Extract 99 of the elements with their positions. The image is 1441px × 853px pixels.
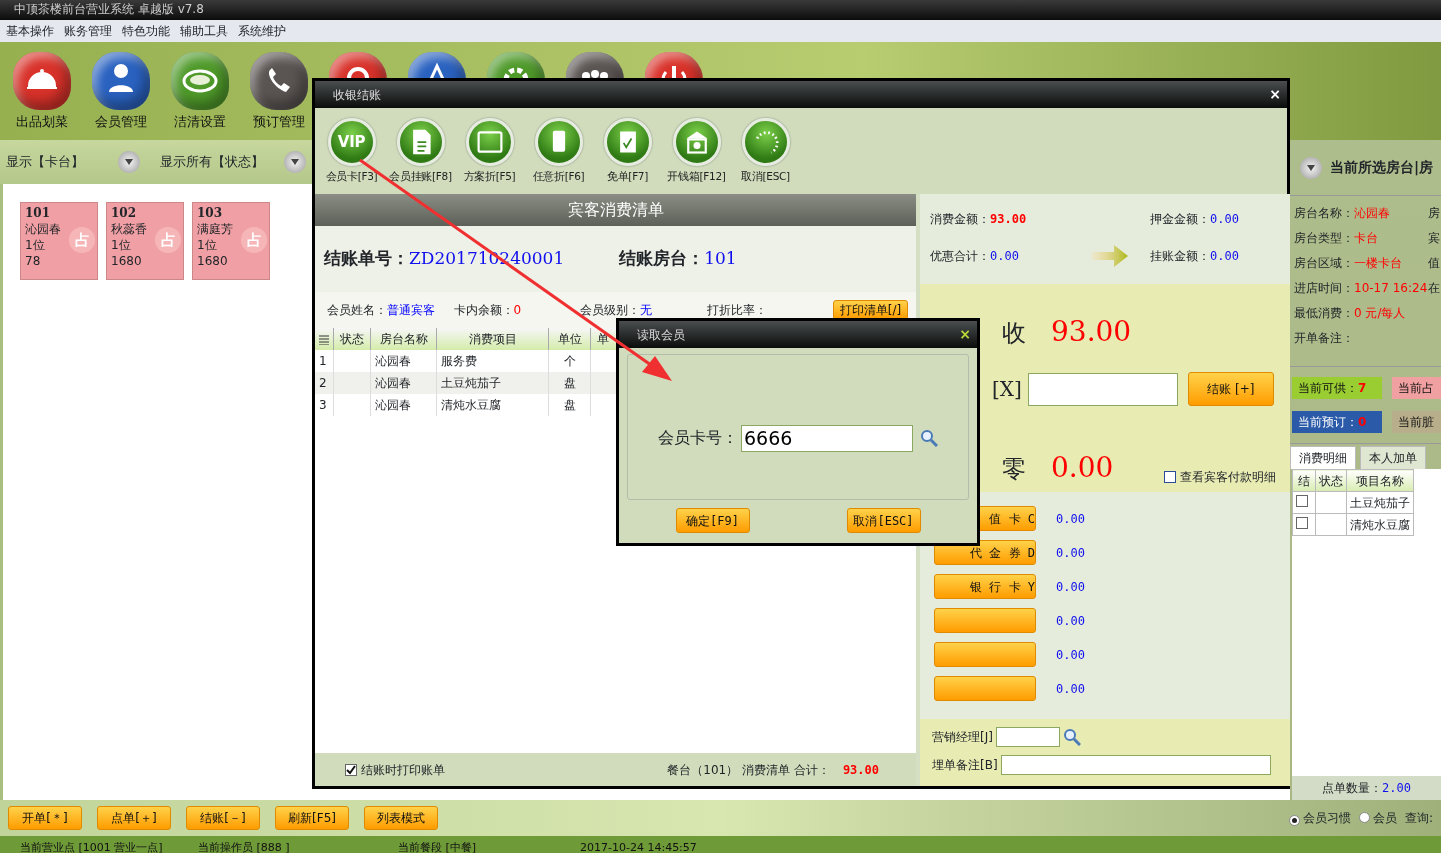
room-number: 102: [111, 205, 138, 221]
table-cell: 清炖水豆腐: [436, 394, 549, 416]
guest-count: 1位: [111, 237, 131, 253]
info-label: 房台名称：: [1294, 205, 1354, 222]
table-cell: 盘: [548, 394, 591, 416]
guest-count: 1位: [197, 237, 217, 253]
column-header: 房台名称: [370, 328, 437, 350]
amount-value: 0.00: [990, 248, 1019, 263]
table-cell: 盘: [548, 372, 591, 394]
room-number: 101: [25, 205, 52, 221]
change-amount: 0.00: [1050, 450, 1115, 486]
room-number: 103: [197, 205, 224, 221]
dialog-title: 读取会员: [637, 326, 685, 344]
info-label: 开单备注：: [1294, 330, 1354, 347]
room-name: 秋蕊香: [111, 221, 147, 237]
field-label: 卡内余额：: [453, 303, 514, 317]
table-cell: 土豆炖茄子: [1346, 491, 1414, 514]
status-text: 当前餐段 [中餐]: [398, 840, 478, 853]
room-amount: 1680: [197, 253, 228, 269]
info-value: 10-17 16:24: [1354, 280, 1428, 297]
info-label: 进店时间：: [1294, 280, 1354, 297]
tile-count: 7: [1358, 381, 1367, 395]
column-header: 状态: [333, 328, 371, 350]
amount-value: 0.00: [1210, 248, 1239, 263]
vip-icon: VIP: [337, 130, 366, 154]
field-label: 会员级别：: [580, 303, 641, 317]
room-name: 沁园春: [25, 221, 61, 237]
room-amount: 78: [25, 253, 41, 269]
info-label: 房台类型：: [1294, 230, 1354, 247]
paid-label: [X]: [992, 376, 1022, 403]
field-label: 打折比率：: [706, 303, 767, 317]
table-cell: 土豆炖茄子: [436, 372, 549, 394]
change-label: 零: [1002, 454, 1026, 485]
count-value: 2.00: [1382, 781, 1411, 795]
guest-count: 1位: [25, 237, 45, 253]
info-label: 房台区域：: [1294, 255, 1354, 272]
field-value: 普通宾客: [387, 303, 435, 317]
column-header: 结: [1292, 469, 1316, 492]
total-text: 餐台（101） 消费清单 合计： 93.00: [667, 761, 880, 779]
occupied-tag: 占: [69, 227, 95, 253]
amount-label: 押金金额：: [1150, 211, 1210, 226]
status-text: 当前操作员 [888 ]: [198, 840, 291, 853]
info-value: 卡台: [1354, 230, 1379, 247]
row-number: 3: [315, 394, 334, 416]
tile-label: 当前可供：: [1298, 381, 1358, 395]
amount-value: 0.00: [1210, 211, 1239, 226]
occupied-tag: 占: [241, 227, 267, 253]
status-text: 当前营业点 [1001 营业一点]: [20, 840, 164, 853]
amount-label: 优惠合计：: [930, 248, 990, 263]
tile-label: 当前脏: [1398, 415, 1434, 429]
panel-title: 当前所选房台|房: [1330, 158, 1434, 178]
room-name: 满庭芳: [197, 221, 233, 237]
column-header: 状态: [1315, 469, 1347, 492]
payment-amount: 0.00: [1056, 680, 1085, 698]
info-value: 一楼卡台: [1354, 255, 1403, 272]
due-label: 收: [1002, 318, 1026, 349]
query-label: 查询:: [1404, 810, 1433, 827]
payment-amount: 0.00: [1056, 578, 1085, 596]
due-amount: 93.00: [1050, 314, 1133, 350]
amount-label: 消费金额：: [930, 211, 990, 226]
info-value: 沁园春: [1354, 205, 1391, 222]
status-text: 2017-10-24 14:45:57: [580, 840, 698, 853]
info-label: 值: [1428, 255, 1440, 272]
list-title: 宾客消费清单: [315, 194, 916, 226]
tile-label: 当前占: [1398, 381, 1434, 395]
field-label: 营销经理[J]: [932, 729, 993, 746]
info-value: 0 元/每人: [1354, 305, 1407, 322]
field-label: 会员姓名：: [327, 303, 387, 317]
payment-amount: 0.00: [1056, 544, 1085, 562]
table-cell: 清炖水豆腐: [1346, 513, 1414, 536]
amount-value: 93.00: [990, 211, 1027, 226]
filter-label: 显示所有【状态】: [160, 153, 264, 172]
field-value: 0: [513, 303, 522, 317]
dialog-title: 收银结账: [333, 86, 381, 104]
payment-amount: 0.00: [1056, 612, 1085, 630]
table-cell: 沁园春: [370, 394, 437, 416]
count-label: 点单数量：: [1322, 781, 1383, 795]
payment-amount: 0.00: [1056, 646, 1085, 664]
column-header: 项目名称: [1346, 469, 1414, 492]
room-amount: 1680: [111, 253, 142, 269]
occupied-tag: 占: [155, 227, 181, 253]
info-label: 房: [1428, 205, 1440, 222]
field-label: 会员卡号：: [658, 427, 738, 449]
info-label: 在: [1428, 280, 1440, 297]
tile-count: 0: [1358, 415, 1367, 429]
column-header: 消费项目: [436, 328, 549, 350]
payment-amount: 0.00: [1056, 510, 1085, 528]
field-label: 埋单备注[B]: [932, 757, 998, 774]
window-title: 中顶茶楼前台营业系统 卓越版 v7.8: [0, 0, 1441, 20]
table-cell: 沁园春: [370, 372, 437, 394]
amount-label: 挂账金额：: [1150, 248, 1210, 263]
info-label: 最低消费：: [1294, 305, 1354, 322]
checkout-room: 结账房台：101: [619, 247, 737, 271]
info-label: 宾: [1428, 230, 1440, 247]
field-value: 无: [640, 303, 653, 317]
column-header: 单位: [548, 328, 591, 350]
tile-label: 当前预订：: [1298, 415, 1358, 429]
row-number: 2: [315, 372, 334, 394]
filter-label: 显示【卡台】: [6, 153, 84, 172]
